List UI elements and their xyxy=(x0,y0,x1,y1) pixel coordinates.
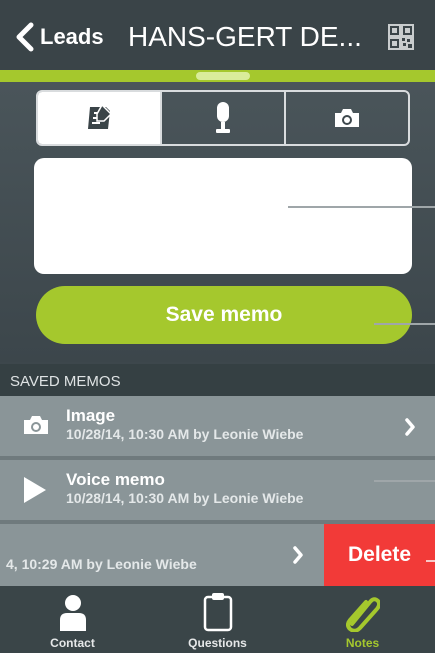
back-label: Leads xyxy=(40,24,104,49)
tab-label: Notes xyxy=(345,636,380,650)
microphone-icon xyxy=(216,102,230,133)
memo-title: Image xyxy=(66,406,116,425)
page-title: HANS-GERT DE... xyxy=(128,21,362,52)
memo-type-photo-button[interactable] xyxy=(286,92,408,144)
saved-memos-header: SAVED MEMOS xyxy=(0,364,435,396)
tab-questions[interactable]: Questions xyxy=(145,586,290,653)
saved-memo-row[interactable]: Voice memo 10/28/14, 10:30 AM by Leonie … xyxy=(0,460,435,520)
save-memo-button[interactable]: Save memo xyxy=(36,286,412,344)
delete-button[interactable]: Delete xyxy=(324,524,435,586)
callout-line xyxy=(288,206,435,208)
note-icon xyxy=(88,103,113,129)
nav-bar: Leads HANS-GERT DE... xyxy=(0,0,435,70)
chevron-right-icon xyxy=(405,418,415,436)
tab-contact[interactable]: Contact xyxy=(0,586,145,653)
saved-memo-row-swiped[interactable]: 4, 10:29 AM by Leonie Wiebe Delete xyxy=(0,524,435,586)
chevron-left-icon xyxy=(16,22,34,52)
pull-handle[interactable] xyxy=(196,72,250,80)
memo-text-field[interactable] xyxy=(34,158,412,274)
clipboard-icon xyxy=(203,593,232,632)
person-icon xyxy=(59,595,86,631)
callout-line xyxy=(426,560,435,562)
tab-notes[interactable]: Notes xyxy=(290,586,435,653)
tab-bar: Contact Questions Notes xyxy=(0,586,435,653)
tab-label: Questions xyxy=(188,636,247,650)
memo-title: Voice memo xyxy=(66,470,165,489)
memo-meta: 4, 10:29 AM by Leonie Wiebe xyxy=(6,556,197,572)
camera-icon xyxy=(24,416,48,434)
callout-line xyxy=(374,323,435,325)
tab-label: Contact xyxy=(50,636,95,650)
memo-meta: 10/28/14, 10:30 AM by Leonie Wiebe xyxy=(66,426,304,442)
chevron-right-icon xyxy=(293,546,303,564)
callout-line xyxy=(374,480,435,482)
memo-type-voice-button[interactable] xyxy=(162,92,286,144)
play-icon xyxy=(24,477,46,503)
qr-code-icon[interactable] xyxy=(388,24,414,50)
memo-meta: 10/28/14, 10:30 AM by Leonie Wiebe xyxy=(66,490,304,506)
camera-icon xyxy=(335,109,359,127)
memo-type-selector xyxy=(36,90,410,146)
back-button[interactable]: Leads xyxy=(14,22,104,52)
paperclip-icon xyxy=(345,597,380,632)
memo-type-note-button[interactable] xyxy=(38,92,162,144)
saved-memo-row[interactable]: Image 10/28/14, 10:30 AM by Leonie Wiebe xyxy=(0,396,435,456)
